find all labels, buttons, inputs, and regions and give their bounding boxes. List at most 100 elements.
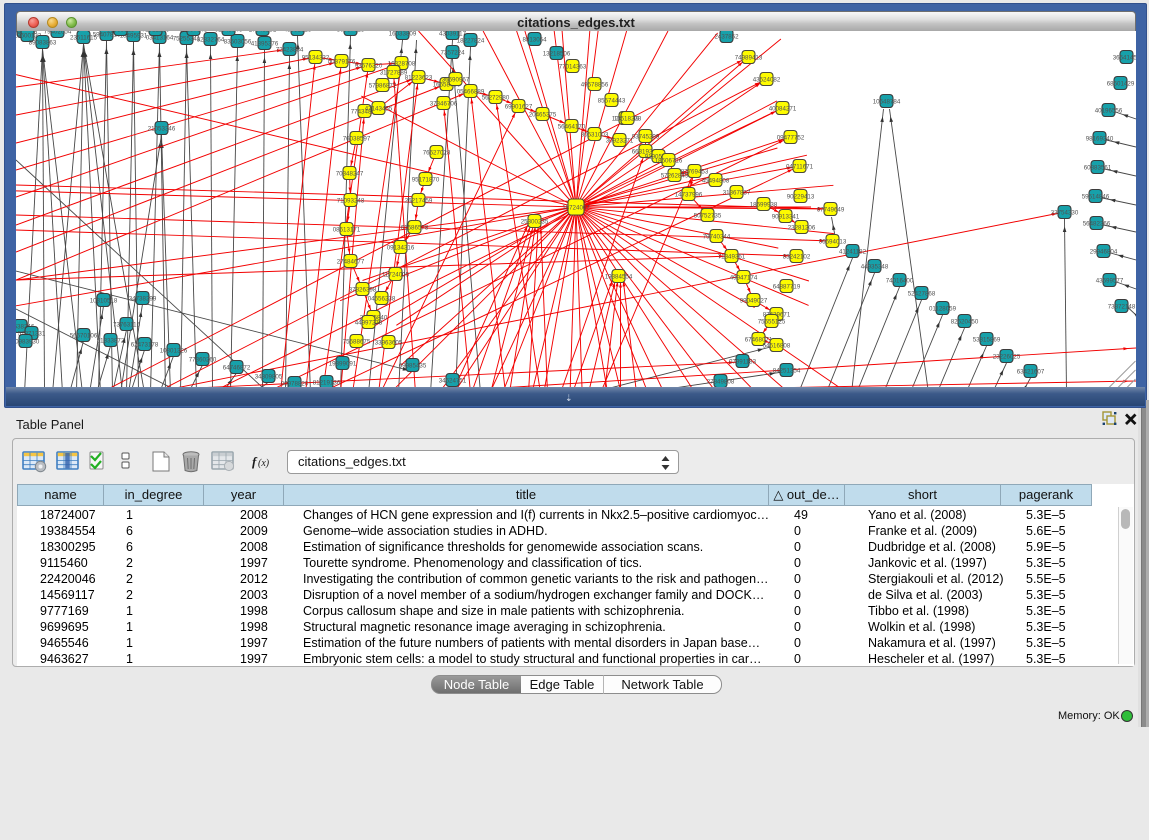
svg-text:2437852: 2437852 [714, 33, 739, 40]
svg-text:71093248: 71093248 [337, 197, 365, 204]
svg-text:00379176: 00379176 [328, 58, 356, 65]
svg-text:04556238: 04556238 [368, 295, 396, 302]
svg-text:40084271: 40084271 [769, 105, 797, 112]
svg-text:41241182: 41241182 [839, 248, 867, 255]
svg-text:92832764: 92832764 [197, 36, 225, 43]
svg-text:29946804: 29946804 [1090, 248, 1118, 255]
svg-text:05466889: 05466889 [457, 88, 485, 95]
svg-text:37826398: 37826398 [349, 286, 377, 293]
svg-text:09134316: 09134316 [387, 244, 415, 251]
svg-text:31727889: 31727889 [380, 69, 408, 76]
svg-text:52427868: 52427868 [908, 290, 936, 297]
svg-text:64746872: 64746872 [223, 364, 251, 371]
svg-text:36690967: 36690967 [442, 76, 470, 83]
svg-text:56670106: 56670106 [70, 332, 98, 339]
svg-text:20465375: 20465375 [529, 111, 557, 118]
svg-text:60883561: 60883561 [1084, 164, 1112, 171]
svg-text:82620450: 82620450 [951, 318, 979, 325]
svg-text:75655125: 75655125 [758, 318, 786, 325]
svg-text:83503056: 83503056 [224, 38, 252, 45]
svg-text:93745299: 93745299 [632, 133, 660, 140]
svg-text:34624751: 34624751 [439, 377, 467, 384]
svg-text:48932528: 48932528 [284, 31, 312, 33]
svg-text:30923271: 30923271 [606, 137, 634, 144]
svg-text:61586578: 61586578 [401, 224, 429, 231]
svg-text:79402654: 79402654 [44, 31, 72, 35]
svg-text:62473178: 62473178 [131, 341, 159, 348]
svg-text:31367837: 31367837 [723, 189, 751, 196]
svg-text:27048281: 27048281 [249, 31, 277, 33]
svg-text:37346706: 37346706 [430, 100, 458, 107]
svg-text:99049027: 99049027 [740, 297, 768, 304]
svg-text:76627028: 76627028 [423, 149, 451, 156]
svg-text:04711671: 04711671 [786, 163, 814, 170]
svg-text:27484677: 27484677 [337, 258, 365, 265]
svg-text:50983930: 50983930 [16, 338, 40, 345]
svg-text:56482366: 56482366 [1083, 220, 1111, 227]
svg-text:87769453: 87769453 [681, 168, 709, 175]
svg-text:10310518: 10310518 [90, 297, 118, 304]
svg-text:18724007: 18724007 [562, 204, 590, 211]
svg-text:57986872: 57986872 [369, 82, 397, 89]
svg-text:76038597: 76038597 [343, 135, 371, 142]
svg-text:19384554: 19384554 [605, 273, 633, 280]
svg-text:08613171: 08613171 [333, 226, 361, 233]
svg-text:26217459: 26217459 [405, 197, 433, 204]
svg-text:16697848: 16697848 [180, 31, 208, 33]
svg-text:18506716: 18506716 [655, 157, 683, 164]
svg-text:49947174: 49947174 [730, 274, 758, 281]
svg-text:53315869: 53315869 [973, 336, 1001, 343]
svg-text:84251354: 84251354 [773, 367, 801, 374]
svg-text:45494808: 45494808 [702, 177, 730, 184]
svg-text:10801326: 10801326 [160, 347, 188, 354]
svg-text:72423884: 72423884 [276, 46, 304, 53]
svg-text:11724005: 11724005 [382, 271, 410, 278]
svg-text:41395376: 41395376 [251, 40, 279, 47]
svg-text:18699938: 18699938 [750, 201, 778, 208]
svg-text:06594013: 06594013 [819, 238, 847, 245]
svg-text:95171870: 95171870 [412, 176, 440, 183]
svg-text:36541458: 36541458 [1113, 54, 1136, 61]
svg-text:54516808: 54516808 [763, 342, 791, 349]
svg-text:68501429: 68501429 [1107, 80, 1135, 87]
svg-text:21053346: 21053346 [148, 125, 176, 132]
svg-text:64887719: 64887719 [773, 283, 801, 290]
svg-text:85574443: 85574443 [598, 97, 626, 104]
svg-text:51333872: 51333872 [97, 337, 125, 344]
svg-text:25300235: 25300235 [521, 218, 549, 225]
svg-text:75588675: 75588675 [343, 338, 371, 345]
svg-text:59514846: 59514846 [1082, 193, 1110, 200]
svg-text:8813054: 8813054 [522, 36, 547, 43]
svg-text:77014363: 77014363 [559, 63, 587, 70]
svg-text:(x): (x) [258, 458, 270, 469]
svg-text:27849808: 27849808 [707, 378, 735, 385]
svg-text:79740344: 79740344 [703, 233, 731, 240]
svg-text:7357224: 7357224 [440, 49, 465, 56]
svg-text:43524082: 43524082 [753, 76, 781, 83]
svg-text:13218506: 13218506 [543, 50, 571, 57]
svg-text:44935348: 44935348 [861, 263, 889, 270]
svg-text:01128059: 01128059 [929, 305, 957, 312]
svg-text:83242102: 83242102 [783, 253, 811, 260]
svg-text:74016400: 74016400 [886, 277, 914, 284]
svg-text:34309805: 34309805 [255, 373, 283, 380]
svg-text:63421607: 63421607 [1017, 368, 1045, 375]
svg-text:10648784: 10648784 [873, 98, 901, 105]
svg-text:81219136: 81219136 [313, 379, 341, 386]
svg-text:67749649: 67749649 [817, 206, 845, 213]
svg-text:70348247: 70348247 [336, 170, 364, 177]
svg-text:90229413: 90229413 [787, 193, 815, 200]
svg-text:18227824: 18227824 [457, 37, 485, 44]
svg-text:50752735: 50752735 [694, 212, 722, 219]
svg-text:43699577: 43699577 [1096, 277, 1124, 284]
svg-text:96965328: 96965328 [107, 31, 135, 33]
svg-text:07991183: 07991183 [729, 358, 757, 365]
svg-text:80957015: 80957015 [337, 31, 365, 33]
svg-text:73763116: 73763116 [113, 321, 141, 328]
svg-text:16033809: 16033809 [389, 31, 417, 37]
svg-text:01845146: 01845146 [215, 31, 243, 33]
svg-text:56272980: 56272980 [482, 94, 510, 101]
svg-text:23281206: 23281206 [788, 224, 816, 231]
svg-text:89083863: 89083863 [29, 39, 57, 46]
svg-text:40196556: 40196556 [1095, 107, 1123, 114]
